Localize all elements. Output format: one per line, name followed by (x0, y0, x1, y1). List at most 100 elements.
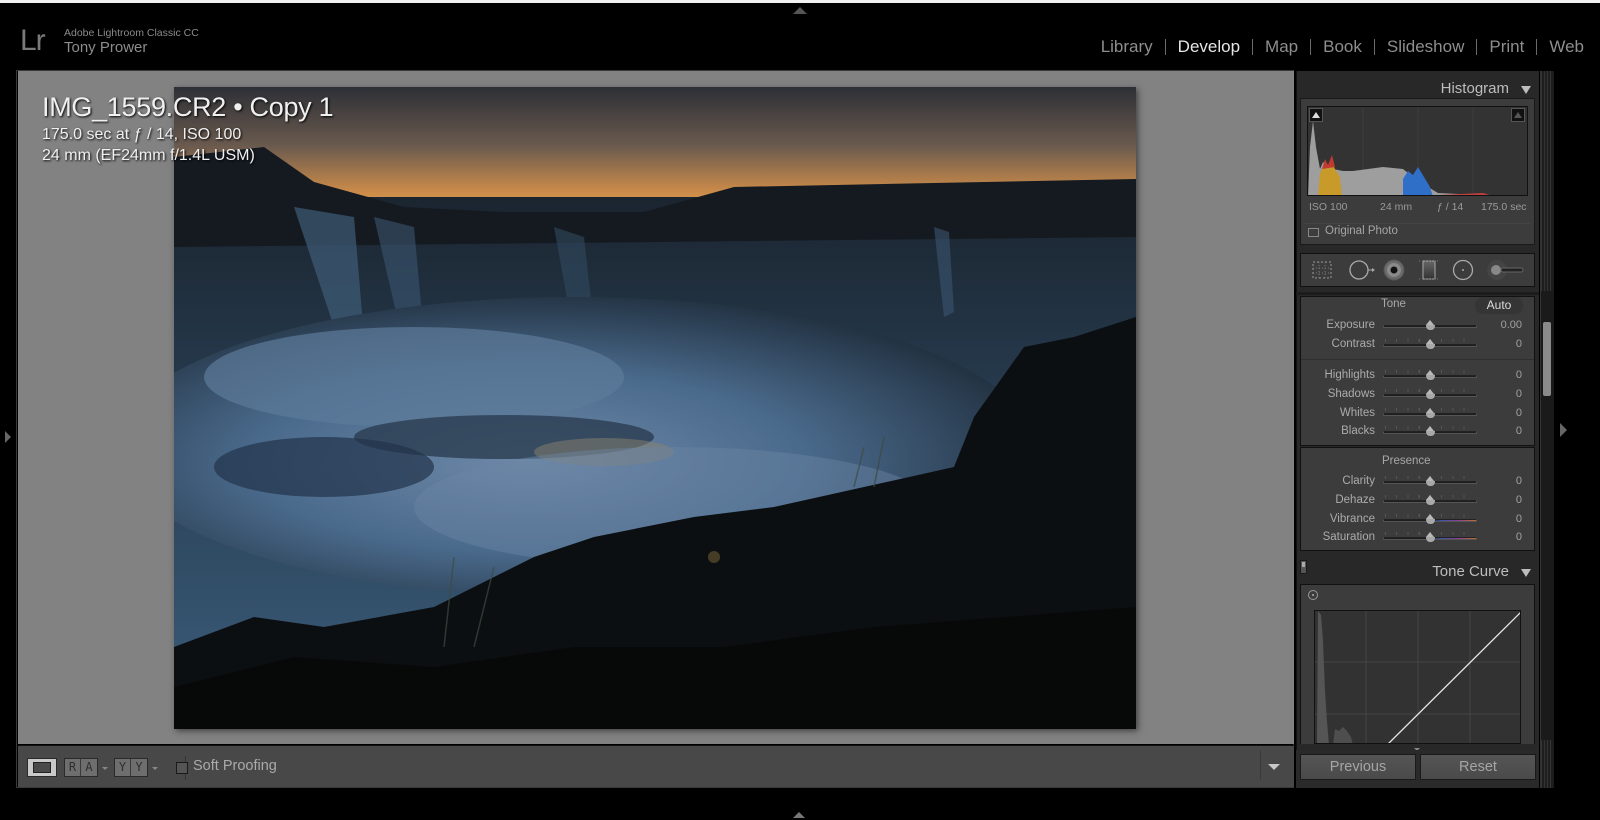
toolbar-content-menu-icon[interactable] (1268, 764, 1280, 770)
before-label: R (65, 759, 81, 776)
crop-overlay-icon[interactable] (1311, 259, 1333, 281)
before-after-lr-dropdown-icon[interactable] (102, 767, 108, 770)
slider-thumb[interactable] (1425, 476, 1435, 487)
module-web[interactable]: Web (1549, 37, 1584, 57)
histogram-focal-length: 24 mm (1380, 201, 1413, 213)
scrollbar-thumb[interactable] (1543, 322, 1551, 396)
histogram-plot (1308, 107, 1490, 195)
tone-curve-plot (1315, 611, 1520, 743)
histogram-divider (1305, 223, 1530, 224)
slider-thumb[interactable] (1425, 495, 1435, 506)
after-label: Y (131, 759, 147, 776)
slider-thumb[interactable] (1425, 339, 1435, 350)
photo-filename: IMG_1559.CR2 • Copy 1 (42, 92, 334, 122)
section-divider (1301, 359, 1534, 360)
radial-filter-icon[interactable] (1452, 259, 1474, 281)
window-top-edge (0, 0, 1600, 3)
filmstrip-toggle-icon[interactable] (793, 812, 805, 818)
module-divider (1252, 39, 1254, 55)
left-panel-toggle-icon[interactable] (5, 431, 11, 443)
auto-tone-button[interactable]: Auto (1475, 297, 1523, 314)
slider-value[interactable]: 0 (1516, 369, 1522, 381)
slider-label: Dehaze (1335, 494, 1375, 506)
slider-thumb[interactable] (1425, 389, 1435, 400)
module-divider (1536, 39, 1538, 55)
histogram-shutter: 175.0 sec (1481, 201, 1527, 213)
spot-removal-icon[interactable] (1348, 259, 1376, 281)
slider-label: Whites (1339, 407, 1375, 419)
slider-whites: Whites 0 (1300, 405, 1535, 423)
module-print[interactable]: Print (1489, 37, 1524, 57)
slider-value[interactable]: 0 (1516, 388, 1522, 400)
module-picker: Library Develop Map Book Slideshow Print… (1101, 37, 1584, 57)
slider-label: Shadows (1327, 388, 1375, 400)
slider-label: Exposure (1326, 319, 1375, 331)
app-name: Adobe Lightroom Classic CC (64, 27, 199, 39)
module-slideshow[interactable]: Slideshow (1387, 37, 1465, 57)
slider-dehaze: Dehaze 0 (1300, 492, 1535, 510)
highlight-clipping-toggle[interactable] (1511, 108, 1525, 122)
tone-curve-title: Tone Curve (1432, 563, 1509, 580)
slider-value[interactable]: 0.00 (1501, 319, 1522, 331)
slider-label: Highlights (1324, 369, 1376, 381)
slider-value[interactable]: 0 (1516, 475, 1522, 487)
histogram-graph[interactable] (1307, 106, 1528, 196)
previous-button[interactable]: Previous (1300, 754, 1416, 780)
slider-value[interactable]: 0 (1516, 338, 1522, 350)
graduated-filter-icon[interactable] (1418, 259, 1440, 281)
slider-value[interactable]: 0 (1516, 407, 1522, 419)
module-develop[interactable]: Develop (1178, 37, 1240, 57)
photo-preview[interactable] (174, 87, 1136, 729)
targeted-adjustment-icon[interactable] (1308, 590, 1318, 600)
slider-thumb[interactable] (1425, 370, 1435, 381)
module-book[interactable]: Book (1323, 37, 1362, 57)
slider-thumb[interactable] (1425, 426, 1435, 437)
reset-button[interactable]: Reset (1420, 754, 1536, 780)
photo-image (174, 87, 1136, 729)
lightroom-logo: Lr (20, 24, 46, 57)
scrollbar-grip (1541, 71, 1553, 291)
soft-proofing-label: Soft Proofing (193, 758, 277, 774)
presence-section-title: Presence (1382, 455, 1431, 467)
photo-exposure-info: 175.0 sec at ƒ / 14, ISO 100 (42, 126, 242, 143)
slider-saturation: Saturation 0 (1300, 529, 1535, 547)
shadow-clipping-toggle[interactable] (1309, 108, 1323, 122)
slider-thumb[interactable] (1425, 320, 1435, 331)
tone-curve-graph[interactable] (1314, 610, 1521, 744)
slider-value[interactable]: 0 (1516, 531, 1522, 543)
slider-value[interactable]: 0 (1516, 425, 1522, 437)
top-panel-toggle-icon[interactable] (793, 7, 807, 14)
module-divider (1476, 39, 1478, 55)
panel-separator (1296, 292, 1539, 295)
original-photo-checkbox[interactable] (1308, 228, 1319, 237)
slider-value[interactable]: 0 (1516, 494, 1522, 506)
shadow-clip-triangle-icon (1312, 112, 1320, 118)
adjustment-brush-icon[interactable] (1486, 259, 1526, 281)
slider-label: Clarity (1342, 475, 1375, 487)
histogram-iso: ISO 100 (1309, 201, 1348, 213)
toolbar-divider (1260, 750, 1261, 780)
right-panel-toggle-icon[interactable] (1560, 423, 1567, 437)
slider-thumb[interactable] (1425, 408, 1435, 419)
red-eye-icon[interactable] (1383, 259, 1405, 281)
slider-label: Vibrance (1329, 513, 1375, 525)
slider-highlights: Highlights 0 (1300, 367, 1535, 385)
module-map[interactable]: Map (1265, 37, 1298, 57)
slider-thumb[interactable] (1425, 514, 1435, 525)
module-library[interactable]: Library (1101, 37, 1153, 57)
scrollbar-grip (1541, 740, 1553, 788)
loupe-view-button[interactable] (27, 758, 57, 777)
highlight-clip-triangle-icon (1514, 112, 1522, 118)
collapse-triangle-icon (1521, 569, 1531, 577)
slider-label: Saturation (1322, 531, 1375, 543)
before-after-tb-dropdown-icon[interactable] (152, 767, 158, 770)
slider-thumb[interactable] (1425, 532, 1435, 543)
before-after-top-bottom-button[interactable]: Y Y (114, 758, 148, 777)
collapse-triangle-icon (1521, 86, 1531, 94)
tone-curve-panel-header[interactable]: Tone Curve (1296, 557, 1539, 585)
loupe-view-icon (33, 762, 51, 773)
module-divider (1310, 39, 1312, 55)
before-after-left-right-button[interactable]: R A (64, 758, 98, 777)
slider-value[interactable]: 0 (1516, 513, 1522, 525)
soft-proofing-checkbox[interactable] (176, 762, 188, 774)
